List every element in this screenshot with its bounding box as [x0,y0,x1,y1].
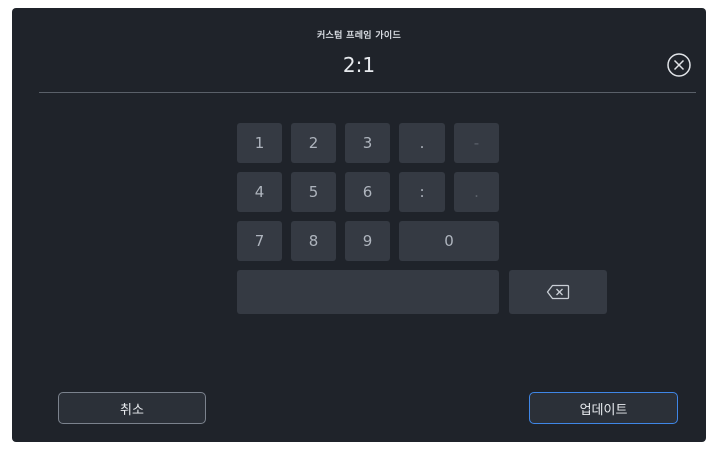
key-2[interactable]: 2 [291,123,336,163]
key-9[interactable]: 9 [345,221,390,261]
key-7[interactable]: 7 [237,221,282,261]
cancel-button[interactable]: 취소 [58,392,206,424]
dialog-subtitle: 커스텀 프레임 가이드 [316,31,402,41]
key-period[interactable]: . [399,123,445,163]
key-1[interactable]: 1 [237,123,282,163]
key-0[interactable]: 0 [399,221,499,261]
ratio-value-display: 2:1 [342,53,376,77]
key-dash: - [454,123,499,163]
close-button[interactable] [666,52,692,78]
key-8[interactable]: 8 [291,221,336,261]
key-space[interactable] [237,270,499,314]
custom-frame-guide-dialog: 커스텀 프레임 가이드 2:1 1 2 3 . - 4 5 6 : . 7 8 … [12,8,706,442]
key-5[interactable]: 5 [291,172,336,212]
key-dot-secondary: . [454,172,499,212]
header-divider [39,92,696,93]
close-circle-icon [667,53,691,77]
key-colon[interactable]: : [399,172,445,212]
key-3[interactable]: 3 [345,123,390,163]
key-6[interactable]: 6 [345,172,390,212]
update-button[interactable]: 업데이트 [529,392,678,424]
key-4[interactable]: 4 [237,172,282,212]
backspace-button[interactable] [509,270,607,314]
backspace-icon [546,284,570,300]
